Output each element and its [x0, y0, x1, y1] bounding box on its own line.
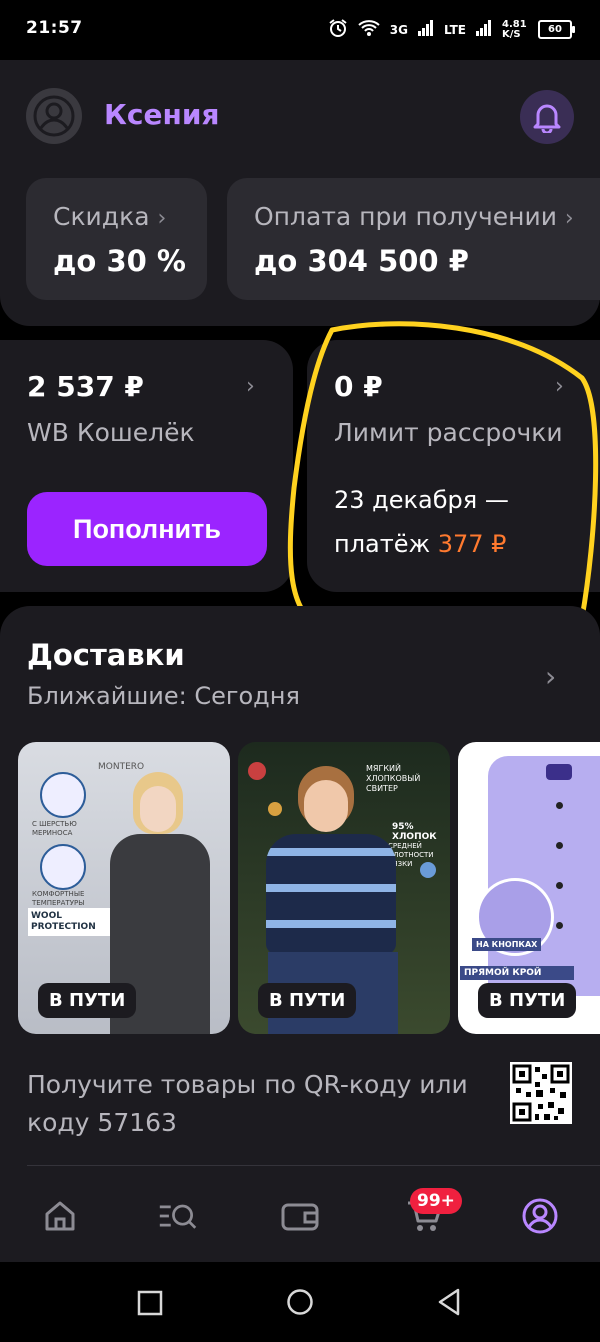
- status-badge: В ПУТИ: [478, 983, 577, 1018]
- deliveries-title[interactable]: Доставки: [27, 638, 185, 672]
- product-tag: СРЕДНЕЙ ПЛОТНОСТИ ВЯЗКИ: [388, 842, 434, 868]
- chevron-right-icon: ›: [157, 206, 167, 231]
- product-photo-body: [266, 834, 396, 954]
- wallet-icon: [281, 1203, 319, 1231]
- back-button[interactable]: [436, 1288, 462, 1320]
- product-tag: 95% ХЛОПОК: [392, 822, 437, 842]
- chevron-right-icon: ›: [246, 374, 255, 399]
- qr-code[interactable]: [510, 1062, 572, 1124]
- home-icon: [45, 1201, 75, 1231]
- user-icon: [33, 95, 75, 137]
- product-tag: ПРЯМОЙ КРОЙ: [460, 966, 574, 980]
- cod-label: Оплата при получении ›: [254, 202, 574, 231]
- nav-home[interactable]: [40, 1196, 80, 1236]
- network-3g: 3G: [389, 22, 408, 37]
- product-tag: С ШЕРСТЬЮ МЕРИНОСА: [32, 820, 77, 837]
- discount-card[interactable]: Скидка › до 30 %: [26, 178, 207, 300]
- product-photo-face: [304, 780, 348, 832]
- decoration-ornament: [248, 762, 266, 780]
- nav-catalog[interactable]: [158, 1196, 198, 1236]
- button-dot: [556, 922, 563, 929]
- network-lte: LTE: [443, 22, 466, 37]
- bell-icon: [533, 104, 561, 133]
- sheep-icon: [40, 772, 86, 818]
- qr-code-icon: [512, 1064, 570, 1122]
- avatar[interactable]: [26, 88, 82, 144]
- brand-label: MONTERO: [98, 762, 145, 772]
- wifi-icon: [358, 19, 380, 40]
- circle-icon: [287, 1289, 313, 1315]
- nav-profile[interactable]: [520, 1196, 560, 1236]
- notifications-button[interactable]: [520, 90, 574, 144]
- cart-count-badge: 99+: [410, 1188, 462, 1214]
- cod-value: до 304 500 ₽: [254, 244, 469, 278]
- product-photo-collar: [546, 764, 572, 780]
- delivery-item[interactable]: MONTERO С ШЕРСТЬЮ МЕРИНОСА КОМФОРТНЫЕ ТЕ…: [18, 742, 230, 1034]
- button-dot: [556, 802, 563, 809]
- status-badge: В ПУТИ: [258, 983, 357, 1018]
- decoration-ornament: [268, 802, 282, 816]
- cod-card[interactable]: Оплата при получении › до 304 500 ₽: [227, 178, 600, 300]
- battery-icon: 60: [538, 20, 575, 39]
- product-tag: НА КНОПКАХ: [472, 938, 542, 951]
- discount-value: до 30 %: [53, 244, 186, 278]
- qr-instructions: Получите товары по QR-коду или коду 5716…: [27, 1070, 468, 1137]
- thermometer-icon: [40, 844, 86, 890]
- status-time: 21:57: [26, 18, 83, 38]
- product-photo-shirt: [488, 756, 600, 996]
- product-photo-face: [140, 786, 176, 832]
- button-dot: [556, 842, 563, 849]
- status-badge: В ПУТИ: [38, 983, 137, 1018]
- topup-button[interactable]: Пополнить: [27, 492, 267, 566]
- product-tag: МЯГКИЙ ХЛОПКОВЫЙ СВИТЕР: [366, 764, 421, 793]
- wallet-label: WB Кошелёк: [27, 418, 195, 447]
- chevron-right-icon[interactable]: ›: [545, 660, 556, 693]
- recents-button[interactable]: [137, 1290, 163, 1320]
- profile-icon: [522, 1198, 558, 1234]
- catalog-search-icon: [159, 1204, 197, 1229]
- network-speed: 4.81 K/S: [502, 18, 527, 40]
- square-icon: [137, 1290, 163, 1316]
- status-bar: 21:57 3G LTE 4.81 K/S 60: [0, 0, 600, 60]
- product-tag: КОМФОРТНЫЕ ТЕМПЕРАТУРЫ: [32, 890, 85, 907]
- status-icons: 3G LTE 4.81 K/S 60: [328, 18, 575, 41]
- user-name[interactable]: Ксения: [104, 98, 219, 131]
- signal-icon: [417, 20, 434, 39]
- wallet-amount: 2 537 ₽: [27, 370, 144, 403]
- product-tag: WOOL PROTECTION: [28, 908, 110, 936]
- nav-wallet[interactable]: [280, 1196, 320, 1236]
- alarm-icon: [328, 18, 348, 41]
- back-triangle-icon: [438, 1288, 460, 1316]
- button-dot: [556, 882, 563, 889]
- chevron-right-icon: ›: [564, 206, 574, 231]
- delivery-item[interactable]: НА КНОПКАХ ПРЯМОЙ КРОЙ В ПУТИ: [458, 742, 600, 1034]
- signal-icon: [476, 20, 492, 39]
- home-button[interactable]: [286, 1288, 314, 1320]
- delivery-item[interactable]: МЯГКИЙ ХЛОПКОВЫЙ СВИТЕР 95% ХЛОПОК СРЕДН…: [238, 742, 450, 1034]
- deliveries-subtitle: Ближайшие: Сегодня: [27, 682, 300, 710]
- discount-label: Скидка ›: [53, 202, 167, 231]
